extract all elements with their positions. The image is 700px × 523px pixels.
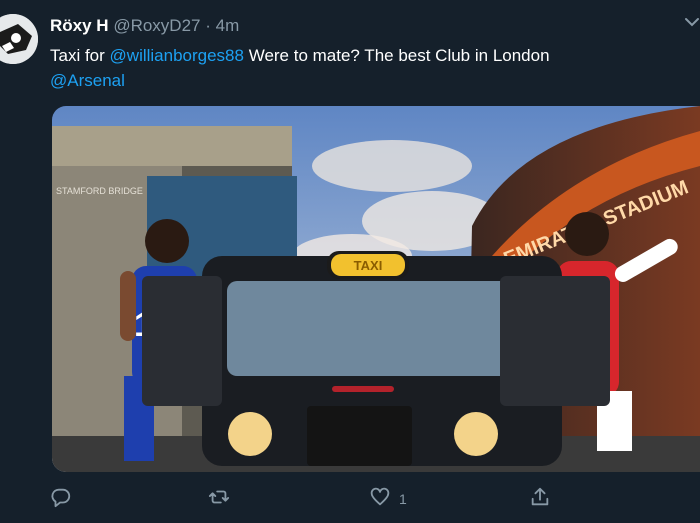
share-button[interactable]: [529, 487, 551, 511]
chevron-down-icon[interactable]: [682, 12, 700, 32]
reply-button[interactable]: [50, 487, 72, 511]
tweet-header: Röxy H @RoxyD27 · 4m: [50, 15, 239, 37]
tweet-text-part: Taxi for: [50, 46, 110, 65]
reply-icon: [50, 486, 72, 513]
mention-link-arsenal[interactable]: @Arsenal: [50, 71, 125, 90]
retweet-icon: [208, 486, 230, 513]
mention-link-willian[interactable]: @willianborges88: [110, 46, 244, 65]
tweet-media-image[interactable]: STAMFORD BRIDGE EMIRATES STADIUM 10 TAXI: [52, 106, 700, 472]
tweet-actions: 1: [0, 487, 700, 511]
left-building-sign: STAMFORD BRIDGE: [56, 186, 143, 196]
tweet-text-part: Were to mate? The best Club in London: [243, 46, 550, 65]
author-name[interactable]: Röxy H: [50, 16, 109, 35]
taxi-sign: TAXI: [354, 258, 383, 273]
retweet-button[interactable]: [208, 487, 230, 511]
author-handle[interactable]: @RoxyD27: [113, 16, 200, 35]
like-button[interactable]: 1: [369, 487, 407, 511]
like-count: 1: [399, 491, 407, 507]
share-icon: [529, 486, 551, 513]
separator-dot: ·: [205, 16, 211, 35]
tweet-timestamp[interactable]: 4m: [216, 16, 240, 35]
heart-icon: [369, 486, 391, 513]
avatar[interactable]: [0, 14, 38, 64]
tweet-text: Taxi for @willianborges88 Were to mate? …: [50, 43, 690, 93]
